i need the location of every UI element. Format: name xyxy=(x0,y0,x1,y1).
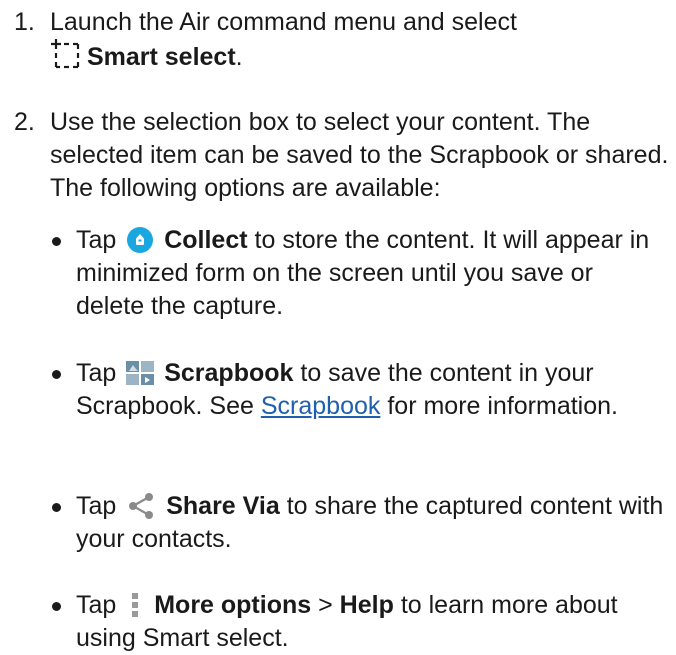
step-text: Use the selection box to select your con… xyxy=(50,108,669,202)
help-label: Help xyxy=(339,591,394,619)
bullet-text: Tap Share Via to share the captured cont… xyxy=(76,490,666,556)
more-options-icon xyxy=(129,592,141,618)
share-via-label: Share Via xyxy=(166,492,280,520)
menu-separator: > xyxy=(318,591,333,619)
share-icon xyxy=(127,493,155,519)
help-page: 1. Launch the Air command menu and selec… xyxy=(0,0,676,652)
smart-select-label: Smart select xyxy=(86,43,236,71)
step-1-tail: . xyxy=(235,43,243,71)
scrapbook-link[interactable]: Scrapbook xyxy=(261,392,381,420)
tap-word: Tap xyxy=(76,492,117,520)
bullet-dot xyxy=(52,370,61,379)
share-via-description: to share the captured content with your … xyxy=(76,492,664,553)
bullet-dot xyxy=(52,602,61,611)
step-number: 2. xyxy=(14,108,35,136)
collect-label: Collect xyxy=(164,226,248,254)
more-options-label: More options xyxy=(154,591,312,619)
scrapbook-label: Scrapbook xyxy=(164,359,294,387)
scrapbook-description-tail: for more information. xyxy=(387,392,618,420)
smart-select-icon xyxy=(50,39,80,69)
bullet-text: Tap Collect to store the content. It wil… xyxy=(76,224,666,323)
collect-icon xyxy=(127,227,154,253)
step-number: 1. xyxy=(14,8,35,36)
scrapbook-icon xyxy=(125,360,155,386)
step-1-line: Launch the Air command menu and select xyxy=(50,8,517,36)
tap-word: Tap xyxy=(76,591,117,619)
tap-word: Tap xyxy=(76,226,117,254)
step-text: Launch the Air command menu and select S… xyxy=(50,6,670,74)
bullet-dot xyxy=(52,503,61,512)
bullet-text: Tap More options > Help to learn more ab… xyxy=(76,589,666,655)
bullet-dot xyxy=(52,237,61,246)
tap-word: Tap xyxy=(76,359,117,387)
collect-description: to store the content. It will appear in … xyxy=(76,226,650,320)
bullet-text: Tap Scrapbook to save the content in you… xyxy=(76,357,666,423)
